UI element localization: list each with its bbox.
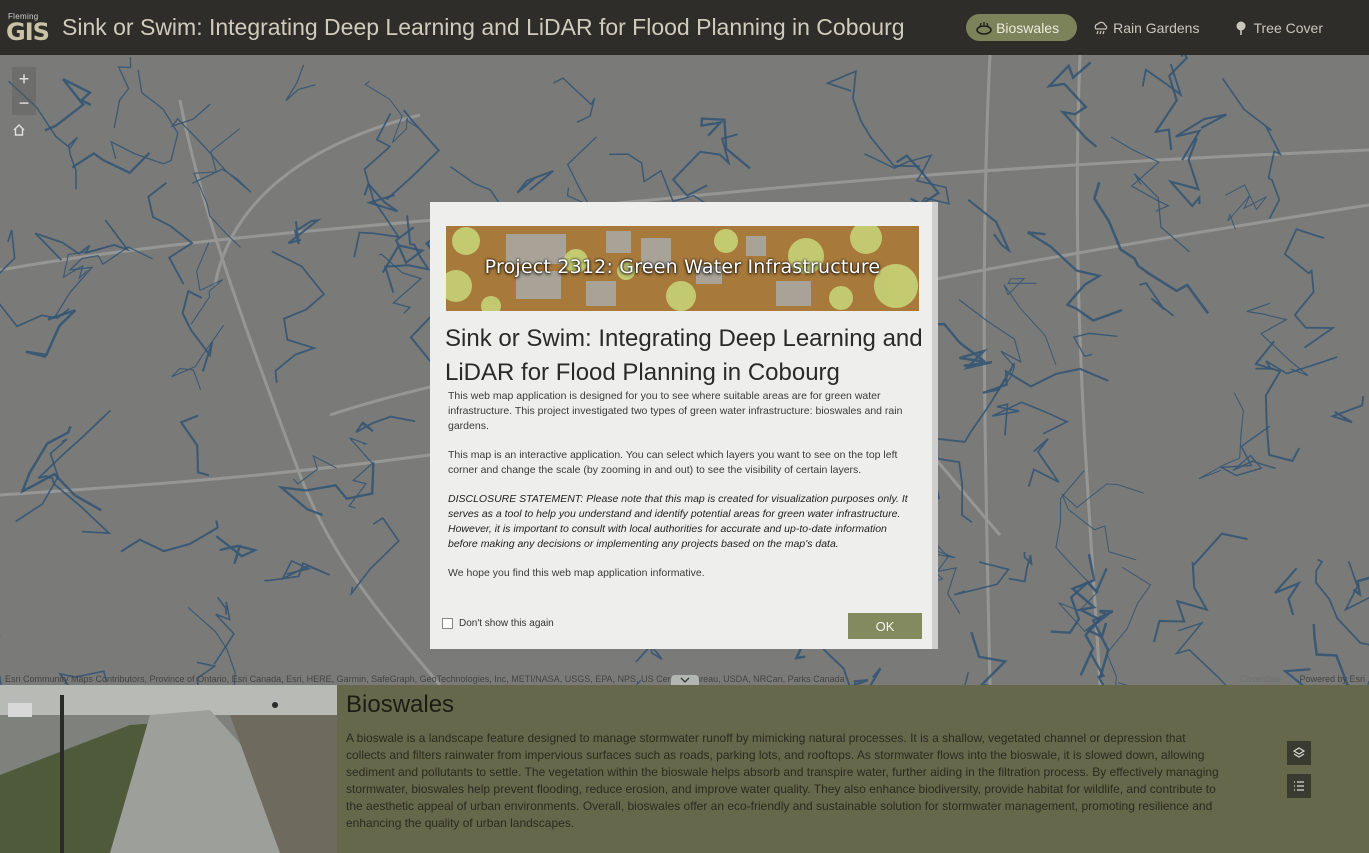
usage-paragraph: This map is an interactive application. … — [448, 449, 898, 476]
zoom-out-button[interactable]: − — [12, 91, 36, 115]
bioswale-photo — [0, 685, 337, 853]
tab-rain-gardens[interactable]: Rain Gardens — [1083, 14, 1217, 41]
description-panel: Bioswales A bioswale is a landscape feat… — [337, 685, 1369, 853]
tab-label: Tree Cover — [1253, 19, 1323, 36]
collapse-panel-button[interactable] — [671, 675, 699, 685]
chevron-down-icon — [680, 677, 690, 683]
layers-button[interactable] — [1287, 741, 1311, 765]
map-attribution: Esri Community Maps Contributors, Provin… — [5, 674, 845, 684]
project-banner: Project 2312: Green Water Infrastructure — [446, 226, 919, 311]
map-place-label: Coverdale — [1239, 674, 1281, 684]
tab-label: Bioswales — [996, 19, 1060, 36]
closing-paragraph: We hope you find this web map applicatio… — [448, 567, 705, 579]
app-header: Fleming GIS Sink or Swim: Integrating De… — [0, 0, 1369, 55]
layers-icon — [1292, 747, 1306, 758]
home-icon — [13, 124, 25, 136]
dialog-title: Sink or Swim: Integrating Deep Learning … — [445, 325, 923, 386]
zoom-control: + − — [12, 67, 36, 115]
legend-button[interactable] — [1287, 774, 1311, 798]
dont-show-again[interactable]: Don't show this again — [442, 618, 554, 629]
fleming-gis-logo: Fleming GIS — [6, 12, 50, 46]
bioswale-image — [0, 685, 337, 853]
ok-button[interactable]: OK — [848, 613, 922, 639]
info-panel: Bioswales A bioswale is a landscape feat… — [0, 685, 1369, 853]
home-button[interactable] — [12, 123, 36, 147]
banner-title: Project 2312: Green Water Infrastructure — [484, 256, 881, 278]
bioswale-icon — [976, 22, 992, 35]
tab-tree-cover[interactable]: Tree Cover — [1223, 14, 1341, 41]
rain-cloud-icon — [1094, 21, 1108, 35]
intro-paragraph: This web map application is designed for… — [448, 390, 903, 432]
splash-dialog: Project 2312: Green Water Infrastructure… — [430, 202, 938, 649]
tab-label: Rain Gardens — [1113, 19, 1200, 36]
panel-title: Bioswales — [346, 691, 455, 718]
zoom-in-button[interactable]: + — [12, 67, 36, 91]
tab-bioswales[interactable]: Bioswales — [966, 14, 1078, 41]
tree-icon — [1236, 21, 1246, 35]
panel-description: A bioswale is a landscape feature design… — [346, 731, 1219, 830]
dialog-body: This web map application is designed for… — [448, 389, 918, 595]
disclosure-paragraph: DISCLOSURE STATEMENT: Please note that t… — [448, 493, 908, 550]
dont-show-label: Don't show this again — [459, 618, 554, 629]
powered-by-esri[interactable]: Powered by Esri — [1299, 674, 1365, 684]
legend-icon — [1294, 781, 1304, 791]
layer-tabs: Bioswales Rain Gardens Tree Cover — [966, 14, 1341, 41]
logo-gis-text: GIS — [6, 18, 50, 46]
dont-show-checkbox[interactable] — [442, 618, 453, 629]
app-title: Sink or Swim: Integrating Deep Learning … — [62, 14, 905, 40]
